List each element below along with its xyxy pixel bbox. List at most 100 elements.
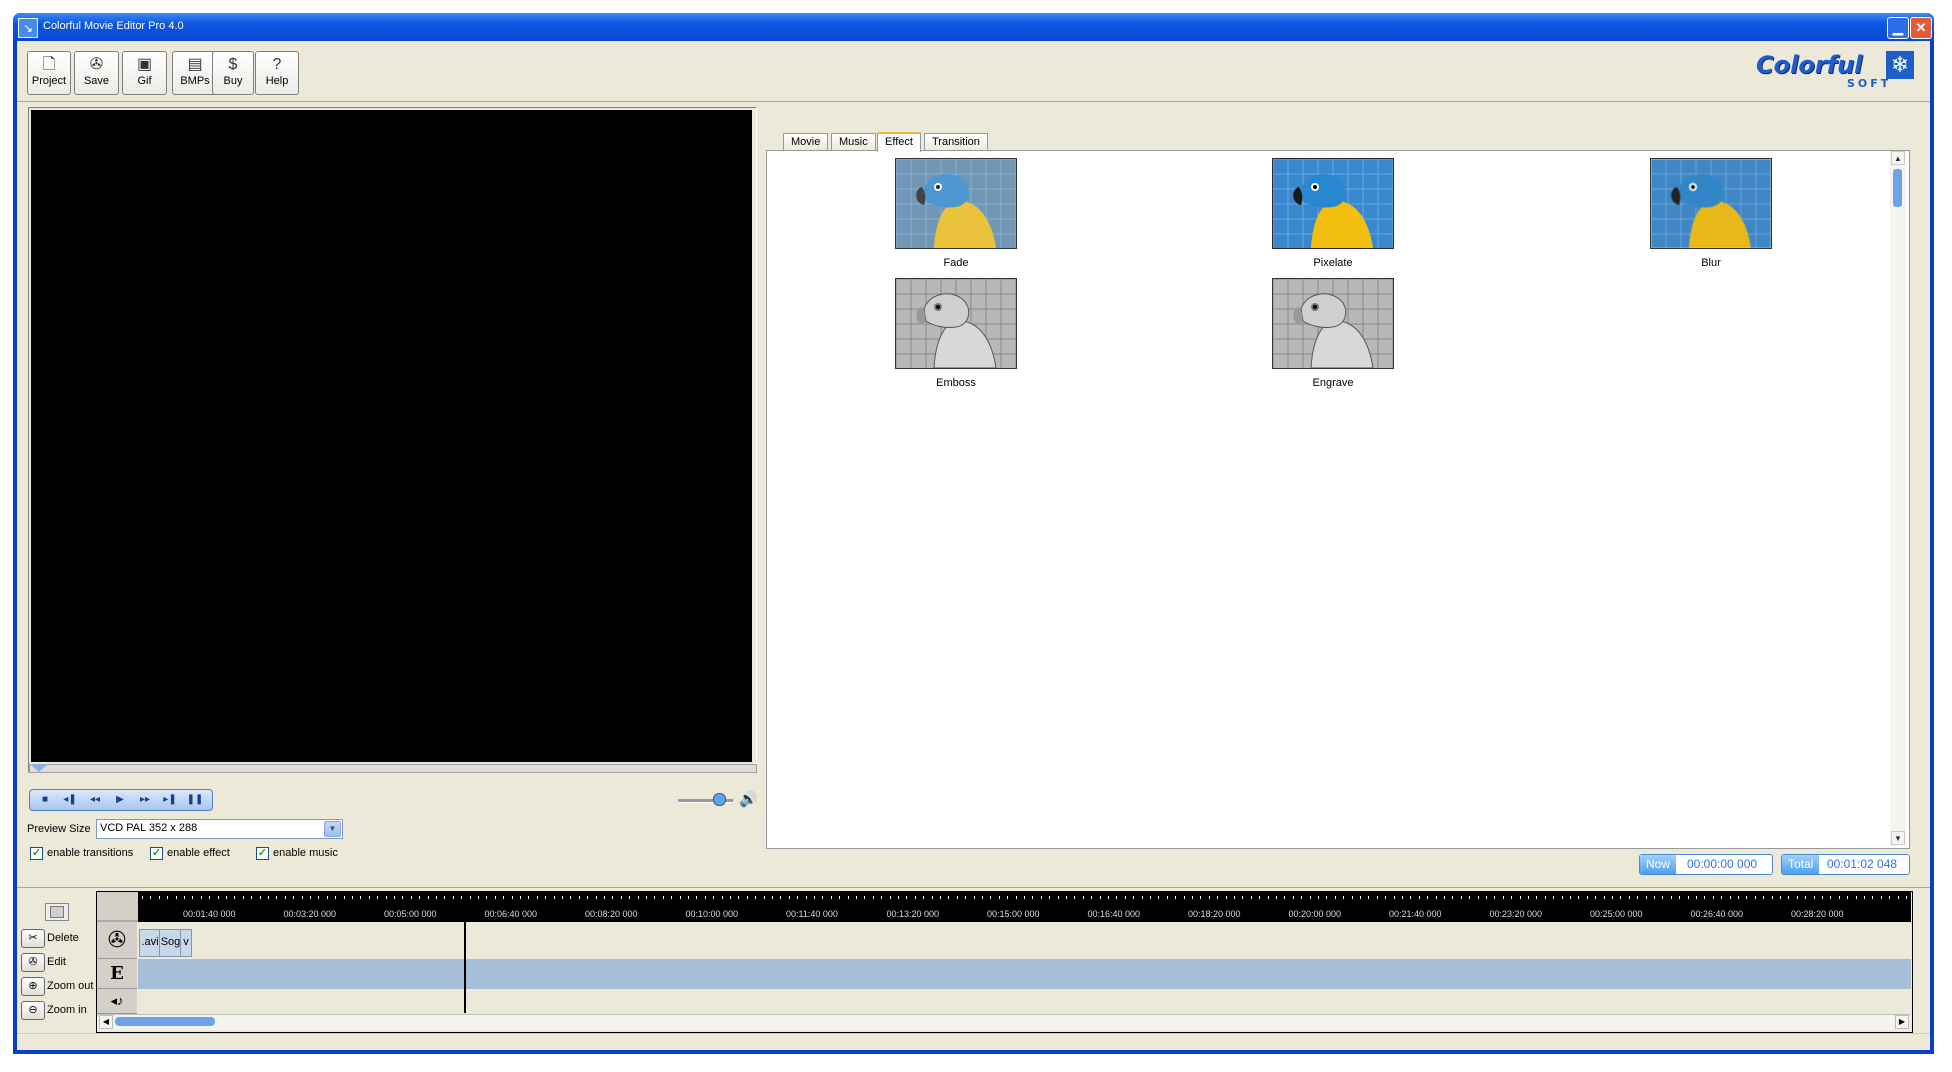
ruler-tick [1645, 896, 1647, 899]
scroll-right-arrow[interactable]: ▶ [1895, 1015, 1909, 1029]
pause-icon[interactable]: ❚❚ [184, 792, 206, 808]
save-button[interactable]: ✇ Save [74, 51, 119, 95]
ruler-label: 00:16:40 000 [1087, 909, 1141, 919]
seek-bar[interactable] [29, 764, 757, 773]
ruler-tick [301, 896, 303, 899]
ruler-tick [1586, 896, 1588, 899]
ruler-tick [948, 896, 950, 899]
scroll-down-arrow[interactable]: ▼ [1891, 831, 1905, 845]
ruler-tick [293, 896, 295, 899]
edit-button[interactable]: Edit [47, 956, 66, 968]
effect-thumbnail[interactable] [1650, 158, 1772, 249]
ruler-tick [1570, 896, 1571, 899]
ruler-tick [612, 896, 614, 899]
minimize-button[interactable]: ▁ [1887, 17, 1909, 39]
scroll-left-arrow[interactable]: ◀ [99, 1015, 113, 1029]
ruler-tick [326, 896, 328, 899]
zoom-out-button[interactable]: Zoom out [47, 980, 93, 992]
ruler-tick [772, 896, 773, 899]
ruler-tick [276, 896, 278, 899]
horizontal-scroll-thumb[interactable] [115, 1017, 215, 1026]
step-back-icon[interactable]: ◂❚ [59, 792, 81, 808]
ruler-tick [1906, 896, 1907, 899]
effect-thumbnail[interactable] [1272, 278, 1394, 369]
ruler-tick [528, 896, 530, 899]
effect-thumbnail[interactable] [895, 278, 1017, 369]
buy-button[interactable]: $ Buy [212, 51, 254, 95]
stop-icon[interactable]: ■ [34, 792, 56, 808]
ruler-tick [469, 896, 471, 899]
checkbox-box[interactable]: ✓ [256, 847, 269, 860]
effect-track[interactable] [138, 959, 1911, 989]
play-icon[interactable]: ▶ [109, 792, 131, 808]
delete-button[interactable]: Delete [47, 932, 79, 944]
playhead[interactable] [464, 919, 466, 1013]
ruler-tick [830, 896, 832, 899]
checkbox-box[interactable]: ✓ [30, 847, 43, 860]
help-button[interactable]: ? Help [255, 51, 299, 95]
fast-forward-icon[interactable]: ▸▸ [134, 792, 156, 808]
ruler-tick [1435, 896, 1437, 899]
checkbox-box[interactable]: ✓ [150, 847, 163, 860]
ruler-label: 00:20:00 000 [1288, 909, 1342, 919]
timeline-ruler[interactable]: 00:01:40 000 00:03:20 000 00:05:00 000 00:0… [138, 892, 1911, 922]
help-icon: ? [272, 56, 282, 73]
chevron-down-icon[interactable]: ▼ [324, 821, 341, 837]
ruler-tick [998, 896, 1000, 899]
effect-thumbnail[interactable] [1272, 158, 1394, 249]
ruler-tick [1276, 896, 1277, 899]
horizontal-scrollbar[interactable] [97, 1014, 1910, 1030]
zoom-out-icon[interactable]: ⊕ [21, 977, 45, 996]
ruler-tick [738, 896, 740, 899]
app-icon[interactable]: ↘ [18, 18, 38, 38]
title-bar[interactable]: ↘ Colorful Movie Editor Pro 4.0 ▁ ✕ [13, 13, 1934, 41]
effect-label: Fade [943, 257, 969, 269]
gif-button[interactable]: ▣ Gif [122, 51, 167, 95]
ruler-tick [1511, 896, 1513, 899]
film-reel-icon[interactable]: ✇ [21, 953, 45, 972]
tab-effect[interactable]: Effect [877, 132, 921, 152]
movie-track[interactable] [138, 922, 1911, 959]
close-button[interactable]: ✕ [1910, 17, 1932, 39]
ruler-tick [822, 896, 824, 899]
ruler-tick [906, 896, 908, 899]
ruler-tick [746, 896, 748, 899]
storyboard-toggle-icon[interactable] [45, 903, 69, 921]
movie-clip[interactable]: .avi [139, 929, 161, 957]
ruler-tick [209, 896, 211, 899]
zoom-in-icon[interactable]: ⊖ [21, 1001, 45, 1020]
ruler-tick [763, 896, 765, 899]
movie-clip[interactable]: Sog [159, 929, 182, 957]
scissors-icon[interactable]: ✂ [21, 929, 45, 948]
ruler-tick [578, 896, 580, 899]
movie-clip[interactable]: v [180, 929, 192, 957]
toolbar-button-label: Gif [137, 75, 152, 87]
ruler-tick [259, 896, 261, 899]
ruler-tick [410, 896, 412, 899]
step-forward-icon[interactable]: ▸❚ [159, 792, 181, 808]
vertical-scrollbar[interactable] [1890, 151, 1906, 846]
ruler-tick [343, 896, 345, 899]
tab-movie[interactable]: Movie [783, 133, 829, 150]
rewind-icon[interactable]: ◂◂ [84, 792, 106, 808]
speaker-icon[interactable]: 🔊 [739, 790, 758, 808]
ruler-tick [1418, 896, 1420, 899]
ruler-tick [444, 896, 446, 899]
tab-transition[interactable]: Transition [924, 133, 988, 150]
volume-thumb[interactable] [713, 793, 726, 806]
ruler-tick [1738, 896, 1739, 899]
ruler-tick [1309, 896, 1311, 899]
ruler-tick [1208, 896, 1210, 899]
ruler-tick [637, 896, 639, 899]
preview-size-select[interactable]: VCD PAL 352 x 288 ▼ [96, 819, 343, 839]
music-track-icon: ◂♪ [97, 989, 137, 1014]
scroll-up-arrow[interactable]: ▲ [1891, 151, 1905, 165]
vertical-scroll-thumb[interactable] [1893, 169, 1902, 207]
music-track[interactable] [138, 989, 1911, 1013]
effect-thumbnail[interactable] [895, 158, 1017, 249]
ruler-label: 00:06:40 000 [484, 909, 538, 919]
client-area: Colorful ❄ SOFT ■ ◂❚ ◂◂ ▶ ▸▸ ▸❚ ❚❚ 🔊 Preview S… [17, 41, 1930, 1050]
tab-music[interactable]: Music [831, 133, 876, 150]
zoom-in-button[interactable]: Zoom in [47, 1004, 87, 1016]
project-button[interactable]: 🗋 Project [27, 51, 71, 95]
